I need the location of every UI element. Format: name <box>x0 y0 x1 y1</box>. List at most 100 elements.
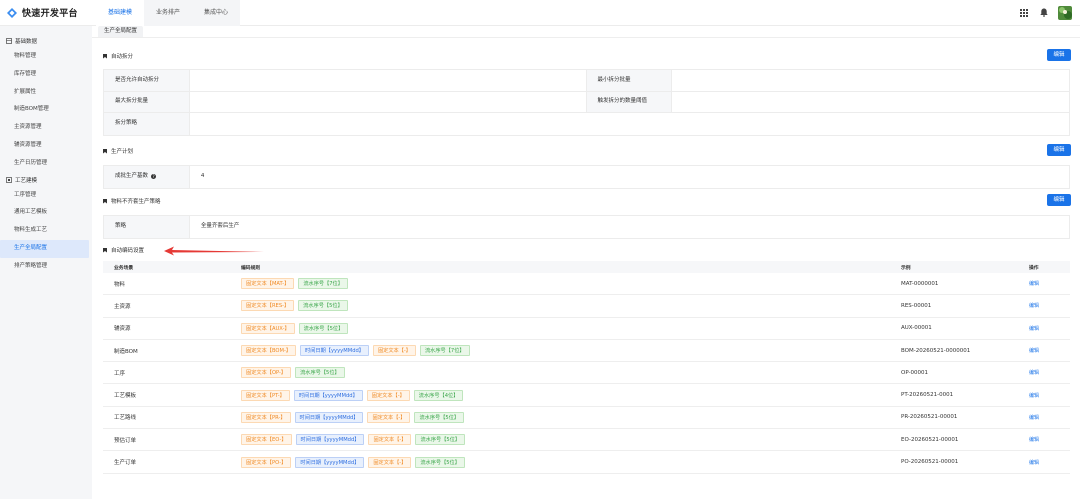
sidebar-item-extended-attrs[interactable]: 扩展属性 <box>0 84 92 102</box>
scene-cell: 制造BOM <box>114 348 138 355</box>
table-header: 业务场景 编码规则 示例 操作 <box>103 261 1070 273</box>
sidebar-item-global-config[interactable]: 生产全局配置 <box>0 239 89 258</box>
rule-cell: 固定文本【RES-】 流水序号【5位】 <box>230 300 890 312</box>
brand[interactable]: 快速开发平台 <box>0 0 92 26</box>
table-row: 工艺路线 固定文本【PR-】 时间日期【yyyyMMdd】 固定文本【-】 流水序号【5… <box>103 407 1070 430</box>
rule-chip-fixed: 固定文本【RES-】 <box>241 300 295 312</box>
app-title: 快速开发平台 <box>22 9 78 19</box>
kv-key: 策略 <box>104 216 190 238</box>
edit-production-plan-button[interactable]: 编辑 <box>1047 144 1071 156</box>
kv-row: 是否允许自动拆分 最小拆分批量 <box>104 70 1069 92</box>
rule-chip-fixed: 固定文本【-】 <box>366 389 410 401</box>
tab-bar: 生产全局配置 <box>92 26 1080 38</box>
edit-link[interactable]: 编辑 <box>1029 415 1039 421</box>
kv-row: 最大拆分批量 触发拆分的数量阈值 <box>104 91 1069 113</box>
kv-row: 策略 全量齐套后生产 <box>104 216 1069 238</box>
table-body: 物料 固定文本【MAT-】 流水序号【7位】 MAT-0000001 编辑 主资源 固定文本… <box>103 273 1070 474</box>
column-header: 操作 <box>1029 265 1039 271</box>
kv-key: 最大拆分批量 <box>104 91 190 112</box>
rule-chip-date: 时间日期【yyyyMMdd】 <box>300 345 369 357</box>
rule-chip-fixed: 固定文本【BOM-】 <box>241 345 297 357</box>
action-cell: 编辑 <box>1018 302 1070 309</box>
avatar[interactable] <box>1058 5 1072 20</box>
edit-link[interactable]: 编辑 <box>1029 281 1039 287</box>
edit-link[interactable]: 编辑 <box>1029 326 1039 332</box>
top-bar: 快速开发平台 基础建模 业务排产 集成中心 <box>0 0 1080 26</box>
example-cell: AUX-00001 <box>901 325 932 332</box>
rule-chip-date: 时间日期【yyyyMMdd】 <box>295 434 365 446</box>
kv-value <box>190 91 587 112</box>
rule-cell: 固定文本【PT-】 时间日期【yyyyMMdd】 固定文本【-】 流水序号【4位】 <box>230 389 890 401</box>
topnav-tab-integration[interactable]: 集成中心 <box>192 0 240 26</box>
sidebar-item-inventory[interactable]: 库存管理 <box>0 66 92 84</box>
help-icon[interactable]: ? <box>151 174 157 180</box>
sidebar-group-basic-data[interactable]: 基础数据 <box>0 34 92 48</box>
edit-link[interactable]: 编辑 <box>1029 303 1039 309</box>
example-cell: MAT-0000001 <box>901 280 939 287</box>
rule-chip-serial: 流水序号【5位】 <box>415 434 466 446</box>
sidebar-item-process-template[interactable]: 通用工艺模板 <box>0 204 92 222</box>
edit-link[interactable]: 编辑 <box>1029 437 1039 443</box>
topnav-tab-modeling[interactable]: 基础建模 <box>96 0 145 26</box>
topnav-tab-scheduling[interactable]: 业务排产 <box>144 0 192 26</box>
grid-icon[interactable] <box>1018 7 1030 19</box>
example-cell: EO-20260521-00001 <box>901 436 959 443</box>
action-cell: 编辑 <box>1018 459 1070 466</box>
edit-link[interactable]: 编辑 <box>1029 348 1039 354</box>
rule-chip-serial: 流水序号【5位】 <box>298 322 349 334</box>
sidebar-item-material-process[interactable]: 物料生成工艺 <box>0 222 92 240</box>
sidebar-item-operation[interactable]: 工序管理 <box>0 187 92 205</box>
rule-cell: 固定文本【OP-】 流水序号【5位】 <box>230 367 890 379</box>
edit-link[interactable]: 编辑 <box>1029 460 1039 466</box>
sidebar-item-main-resource[interactable]: 主资源管理 <box>0 119 92 137</box>
edit-auto-split-button[interactable]: 编辑 <box>1047 49 1071 61</box>
rule-cell: 固定文本【MAT-】 流水序号【7位】 <box>230 278 890 290</box>
edit-link[interactable]: 编辑 <box>1029 370 1039 376</box>
sidebar-item-material[interactable]: 物料管理 <box>0 48 92 66</box>
auto-split-table: 是否允许自动拆分 最小拆分批量 最大拆分批量 触发拆分的数量阈值 拆分策略 <box>103 69 1070 136</box>
sidebar-item-strategy[interactable]: 排产策略管理 <box>0 258 92 276</box>
tab-global-config[interactable]: 生产全局配置 <box>98 26 144 37</box>
example-cell: PT-20260521-0001 <box>901 392 954 399</box>
rule-chip-fixed: 固定文本【MAT-】 <box>241 278 295 290</box>
kv-key: 是否允许自动拆分 <box>104 70 190 91</box>
bookmark-icon <box>103 247 107 253</box>
rule-cell: 固定文本【AUX-】 流水序号【5位】 <box>230 322 890 334</box>
scene-cell: 主资源 <box>114 303 131 310</box>
auto-code-table: 业务场景 编码规则 示例 操作 物料 固定文本【MAT-】 流水序号【7位】 MAT-… <box>103 261 1070 474</box>
bookmark-icon <box>103 198 107 204</box>
edit-link[interactable]: 编辑 <box>1029 393 1039 399</box>
sidebar-group-label: 基础数据 <box>15 39 38 45</box>
rule-chip-fixed: 固定文本【-】 <box>368 434 412 446</box>
main-content: 生产全局配置 自动拆分 编辑 是否允许自动拆分 最小拆分批量 最大拆分批量 触发… <box>92 26 1080 499</box>
rule-chip-date: 时间日期【yyyyMMdd】 <box>294 411 364 423</box>
rule-chip-serial: 流水序号【4位】 <box>413 389 464 401</box>
database-icon <box>6 38 12 44</box>
table-row: 预估订单 固定文本【EO-】 时间日期【yyyyMMdd】 固定文本【-】 流水序号【5… <box>103 429 1070 452</box>
kv-value <box>190 70 587 91</box>
kv-key-label: 成批生产基数 <box>115 173 149 179</box>
rule-chip-serial: 流水序号【5位】 <box>298 300 348 312</box>
sidebar-item-mbom[interactable]: 制造BOM管理 <box>0 101 92 119</box>
table-row: 物料 固定文本【MAT-】 流水序号【7位】 MAT-0000001 编辑 <box>103 273 1070 296</box>
kv-value: 4 <box>200 173 205 179</box>
sidebar-item-calendar[interactable]: 生产日历管理 <box>0 155 92 173</box>
bell-icon[interactable] <box>1038 7 1050 19</box>
sidebar-group-process-modeling[interactable]: 工艺建模 <box>0 173 92 187</box>
action-cell: 编辑 <box>1018 414 1070 421</box>
kv-value <box>672 70 1069 91</box>
rule-chip-serial: 流水序号【5位】 <box>295 367 345 379</box>
column-header: 示例 <box>901 265 911 271</box>
sidebar-item-aux-resource[interactable]: 辅资源管理 <box>0 137 92 155</box>
kv-value: 全量齐套后生产 <box>200 223 240 229</box>
annotation-arrow <box>164 246 264 256</box>
logo-icon <box>7 7 17 18</box>
action-cell: 编辑 <box>1018 325 1070 332</box>
rule-chip-date: 时间日期【yyyyMMdd】 <box>293 389 363 401</box>
scene-cell: 物料 <box>114 281 126 288</box>
sidebar: 基础数据 物料管理 库存管理 扩展属性 制造BOM管理 主资源管理 辅资源管理 … <box>0 26 92 499</box>
edit-material-shortage-button[interactable]: 编辑 <box>1047 194 1071 206</box>
section-auto-split-header: 自动拆分 <box>103 52 133 60</box>
rule-cell: 固定文本【PR-】 时间日期【yyyyMMdd】 固定文本【-】 流水序号【5位】 <box>230 411 890 423</box>
kv-row: 拆分策略 <box>104 113 1069 135</box>
